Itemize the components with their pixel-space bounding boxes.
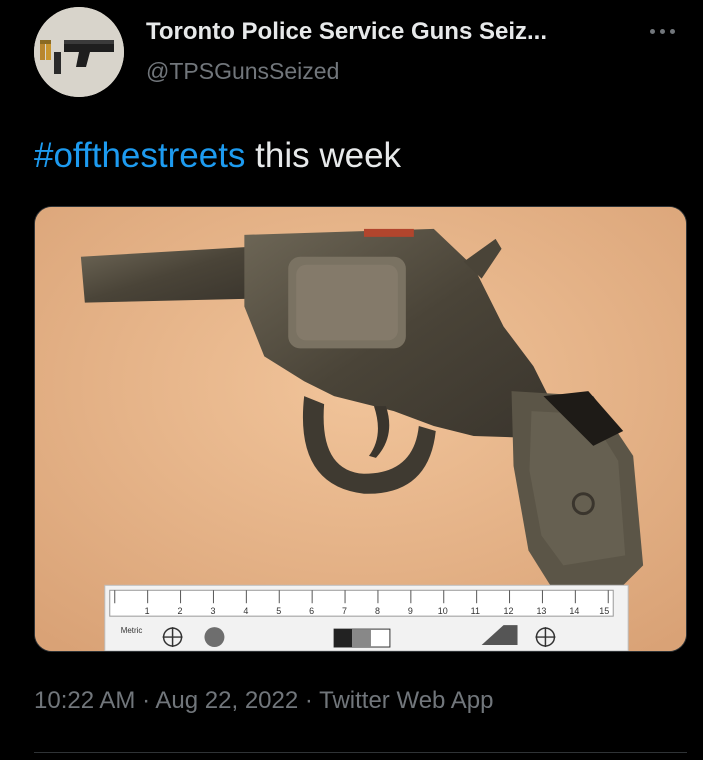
tweet-text: #offthestreets this week [34, 135, 401, 177]
author-handle[interactable]: @TPSGunsSeized [146, 57, 339, 85]
ruler-number: 6 [309, 606, 314, 616]
ruler-number: 15 [599, 606, 609, 616]
ruler-number: 12 [504, 606, 514, 616]
ruler-number: 5 [276, 606, 281, 616]
ruler-label: Metric [121, 626, 143, 635]
ruler-number: 1 [145, 606, 150, 616]
author-display-name[interactable]: Toronto Police Service Guns Seiz... [146, 18, 547, 46]
handgun-icon [34, 7, 124, 97]
tweet-metadata: 10:22 AM · Aug 22, 2022 · Twitter Web Ap… [34, 686, 493, 716]
ruler-number: 14 [569, 606, 579, 616]
tweet-time[interactable]: 10:22 AM [34, 687, 135, 714]
ruler-number: 11 [471, 606, 480, 616]
ruler-number: 13 [536, 606, 546, 616]
separator-dot: · [135, 687, 156, 714]
ruler-number: 2 [178, 606, 183, 616]
ruler-number: 4 [243, 606, 248, 616]
avatar[interactable] [34, 7, 124, 97]
tweet: Toronto Police Service Guns Seiz... @TPS… [0, 0, 703, 760]
ruler-number: 3 [210, 606, 215, 616]
tweet-text-body: this week [245, 136, 402, 175]
tweet-source[interactable]: Twitter Web App [319, 687, 493, 714]
divider [34, 752, 687, 753]
more-options-icon[interactable] [650, 24, 684, 38]
ruler-number: 8 [375, 606, 380, 616]
ruler-number: 7 [342, 606, 347, 616]
hashtag-link[interactable]: #offthestreets [34, 136, 245, 175]
revolver-photo: 1 2 3 4 5 6 7 8 9 10 11 12 13 14 15 Metr… [35, 207, 686, 651]
ruler-number: 10 [438, 606, 448, 616]
ruler-number: 9 [408, 606, 413, 616]
scale-ruler: 1 2 3 4 5 6 7 8 9 10 11 12 13 14 15 Metr… [104, 584, 629, 651]
tweet-media-image[interactable]: 1 2 3 4 5 6 7 8 9 10 11 12 13 14 15 Metr… [34, 206, 687, 652]
separator-dot: · [298, 687, 320, 714]
tweet-date[interactable]: Aug 22, 2022 [155, 687, 298, 714]
